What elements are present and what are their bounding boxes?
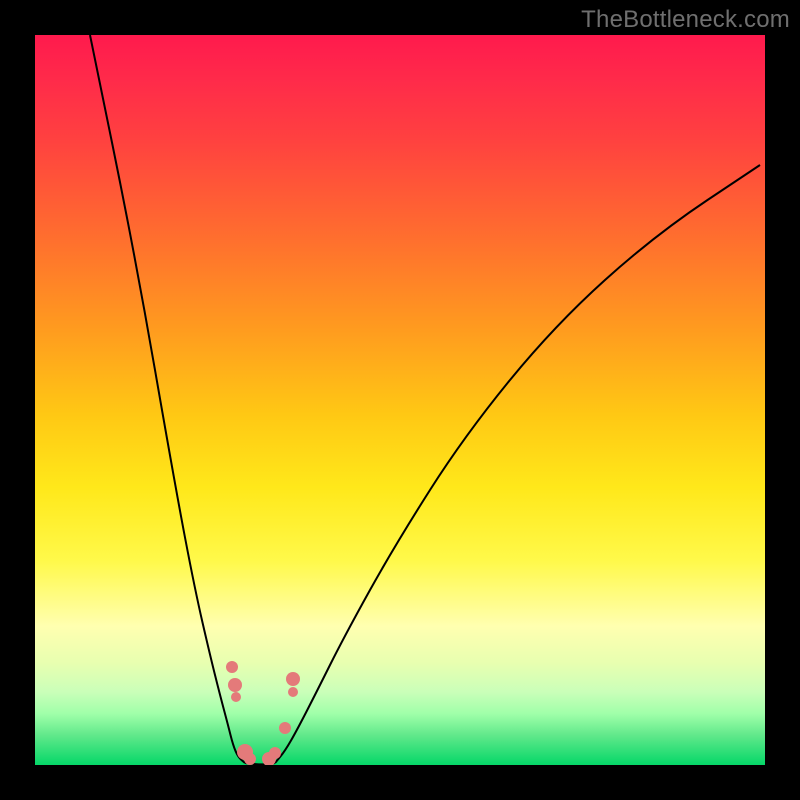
data-point — [226, 661, 238, 673]
plot-area — [35, 35, 765, 765]
data-point — [288, 687, 298, 697]
data-points — [226, 661, 300, 765]
right-curve — [275, 165, 760, 763]
left-curve — [90, 35, 245, 763]
data-point — [228, 678, 242, 692]
data-point — [244, 753, 256, 765]
data-point — [231, 692, 241, 702]
data-point — [279, 722, 291, 734]
data-point — [269, 747, 281, 759]
watermark-text: TheBottleneck.com — [581, 6, 790, 34]
chart-frame: TheBottleneck.com — [0, 0, 800, 800]
data-point — [286, 672, 300, 686]
curve-layer — [35, 35, 765, 765]
